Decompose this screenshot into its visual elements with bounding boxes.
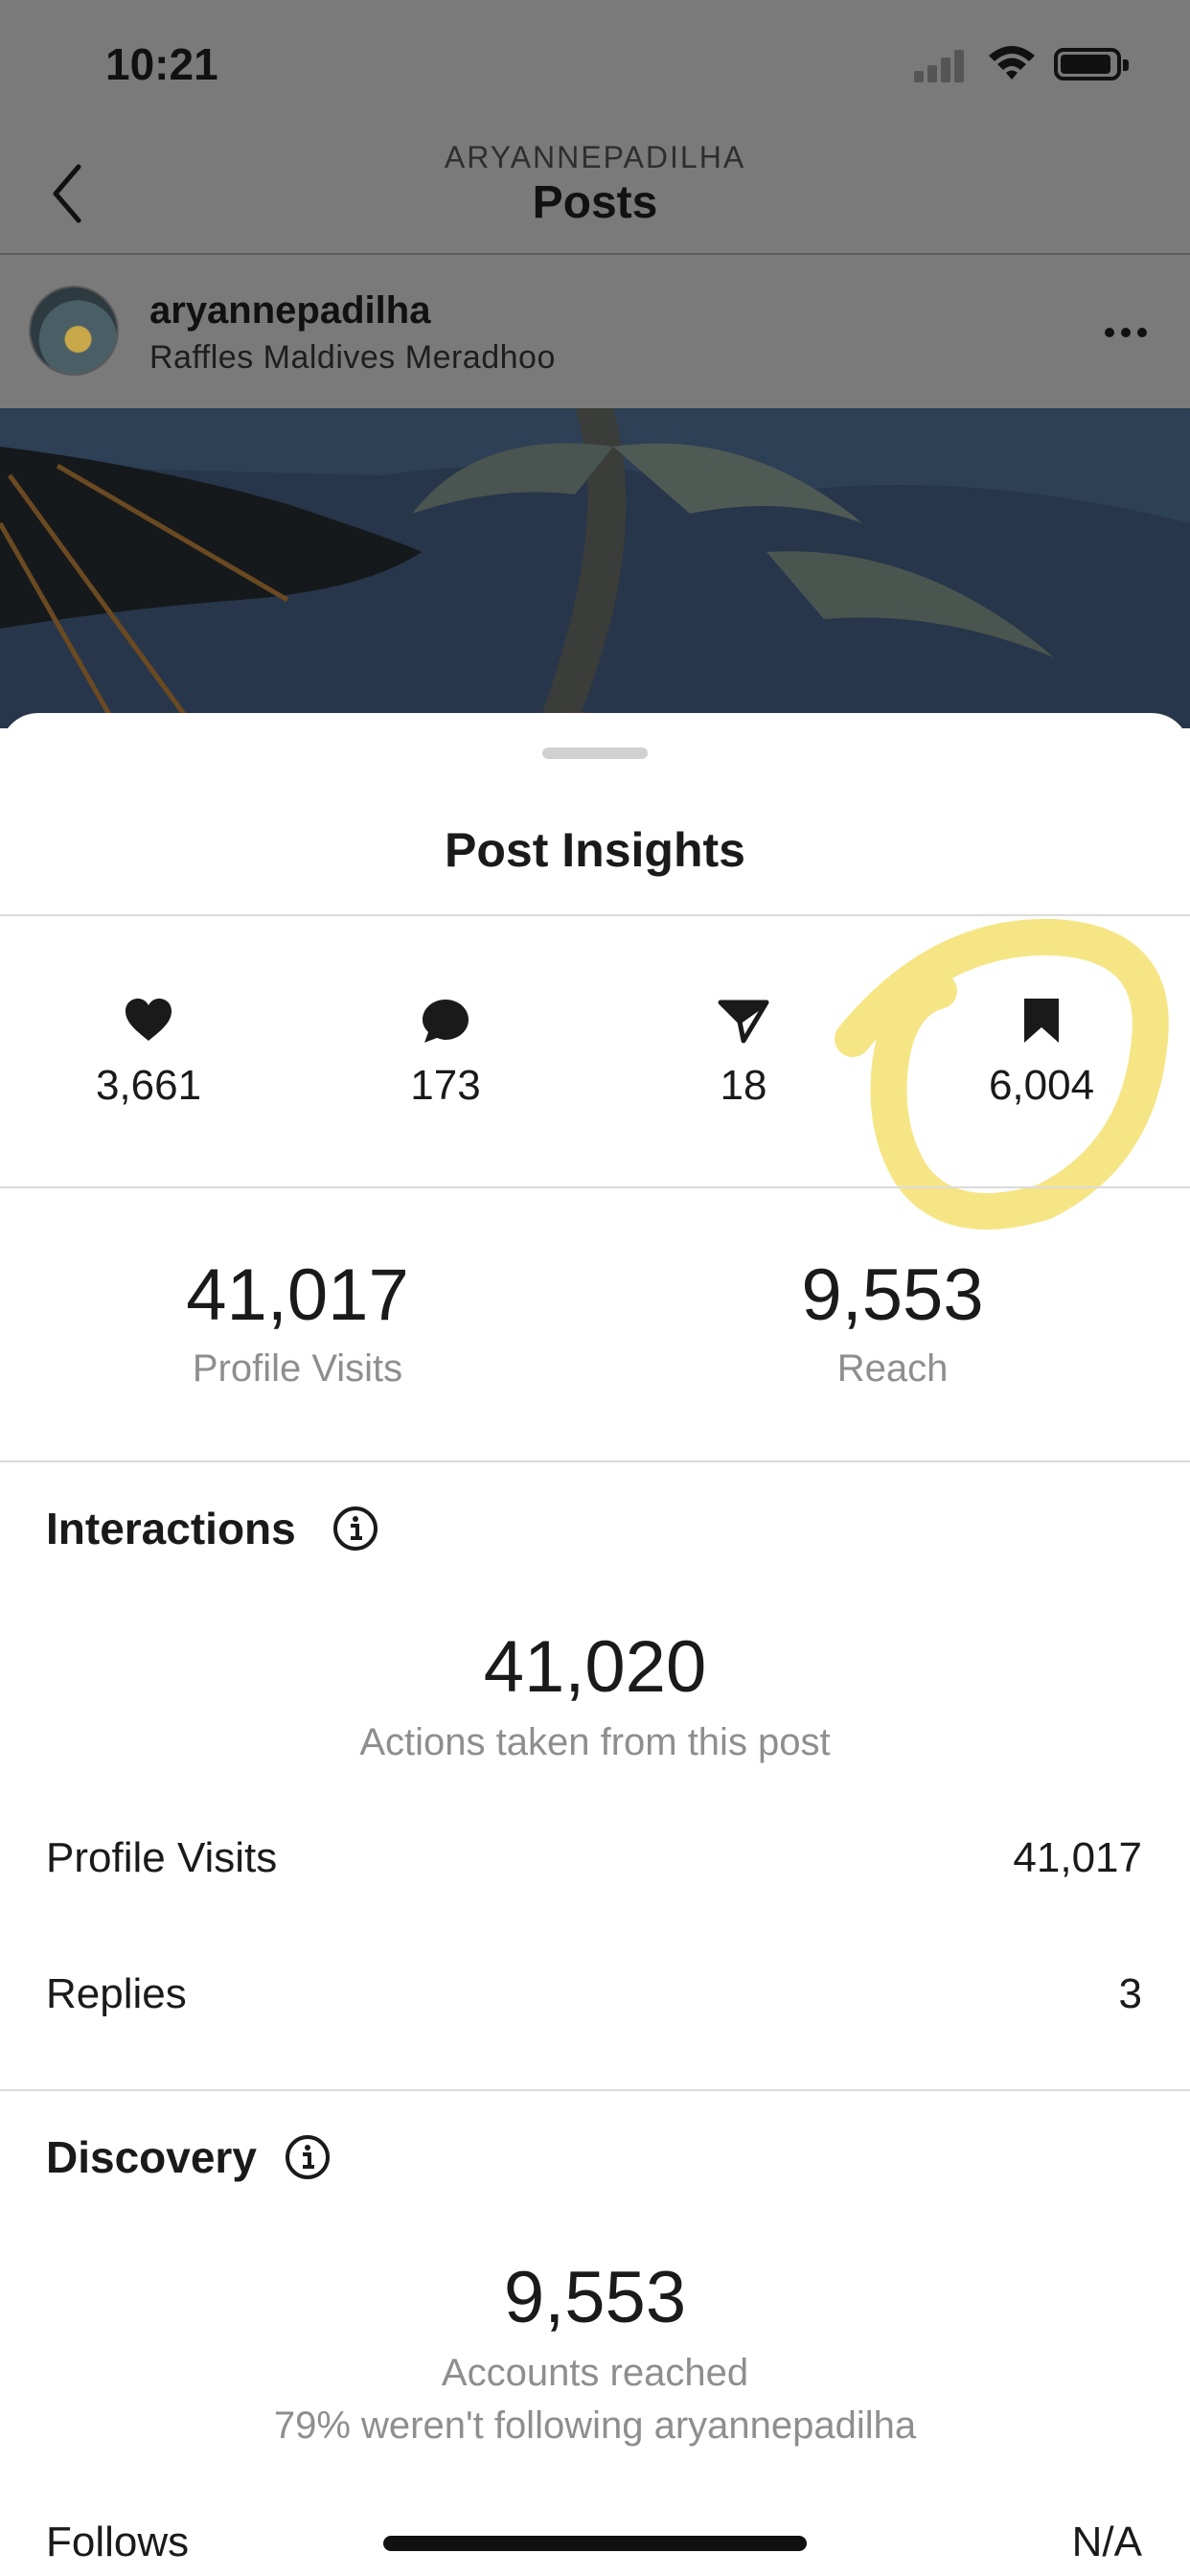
divider (0, 1460, 1190, 1462)
saves-metric: 6,004 (893, 997, 1190, 1110)
profile-visits-stat: 41,017 Profile Visits (0, 1259, 595, 1391)
sheet-grabber[interactable] (542, 748, 648, 759)
info-icon[interactable] (284, 2133, 332, 2181)
page-title: Posts (532, 177, 658, 228)
interaction-row-label: Replies (46, 1970, 187, 2017)
likes-count: 3,661 (95, 1062, 202, 1109)
post-location[interactable]: Raffles Maldives Meradhoo (149, 339, 556, 377)
post-photo-scene (0, 408, 1190, 728)
discovery-total-stat: 9,553 Accounts reached 79% weren't follo… (0, 2262, 1190, 2448)
status-time: 10:21 (105, 39, 218, 89)
comments-metric: 173 (297, 997, 594, 1110)
info-icon[interactable] (332, 1505, 379, 1552)
interactions-heading: Interactions (46, 1504, 296, 1553)
comments-count: 173 (410, 1062, 481, 1109)
discovery-total: 9,553 (503, 2257, 687, 2338)
post-photo[interactable] (0, 408, 1190, 728)
shares-metric: 18 (595, 997, 892, 1110)
likes-metric: 3,661 (0, 997, 297, 1110)
reach-number: 9,553 (801, 1254, 984, 1336)
interaction-row-value: 3 (1118, 1970, 1142, 2017)
interactions-total-label: Actions taken from this post (359, 1721, 831, 1763)
status-bar: 10:21 (0, 0, 1190, 134)
discovery-row-label: Follows (46, 2518, 190, 2565)
bookmark-icon (1024, 999, 1059, 1043)
profile-visits-label: Profile Visits (192, 1347, 403, 1390)
discovery-sub-label: 79% weren't following aryannepadilha (273, 2404, 917, 2447)
reach-stat: 9,553 Reach (595, 1259, 1190, 1391)
divider (0, 2089, 1190, 2091)
interactions-total: 41,020 (483, 1626, 707, 1708)
account-name: ARYANNEPADILHA (444, 140, 746, 174)
divider (0, 1186, 1190, 1188)
profile-visits-number: 41,017 (186, 1254, 409, 1336)
heart-icon (126, 999, 172, 1041)
interaction-row-value: 41,017 (1013, 1834, 1142, 1881)
post-username[interactable]: aryannepadilha (149, 289, 430, 333)
discovery-total-label: Accounts reached (441, 2352, 749, 2394)
post-insights-sheet: Post Insights 3,661 173 18 6,004 41,017 … (0, 713, 1190, 2576)
interaction-row-label: Profile Visits (46, 1834, 278, 1881)
screen: 10:21 ARYANNEPADILHA Posts aryannepadilh… (0, 0, 1190, 2576)
discovery-heading: Discovery (46, 2132, 257, 2182)
home-indicator[interactable] (383, 2536, 807, 2551)
sheet-title: Post Insights (445, 823, 745, 877)
discovery-row-value: N/A (1071, 2518, 1142, 2565)
shares-count: 18 (720, 1062, 767, 1109)
post-header: aryannepadilha Raffles Maldives Meradhoo (0, 255, 1190, 408)
ellipsis-icon[interactable] (1102, 318, 1150, 347)
nav-header: ARYANNEPADILHA Posts (0, 134, 1190, 255)
interactions-total-stat: 41,020 Actions taken from this post (0, 1631, 1190, 1764)
battery-icon (1054, 48, 1129, 80)
divider (0, 914, 1190, 916)
reach-label: Reach (836, 1347, 949, 1390)
saves-count: 6,004 (988, 1062, 1095, 1109)
background-app: 10:21 ARYANNEPADILHA Posts aryannepadilh… (0, 0, 1190, 728)
wifi-icon (989, 46, 1035, 80)
send-icon (718, 1000, 769, 1044)
cellular-signal-icon (914, 48, 968, 82)
avatar[interactable] (29, 286, 119, 376)
comment-bubble-icon (423, 1000, 469, 1043)
